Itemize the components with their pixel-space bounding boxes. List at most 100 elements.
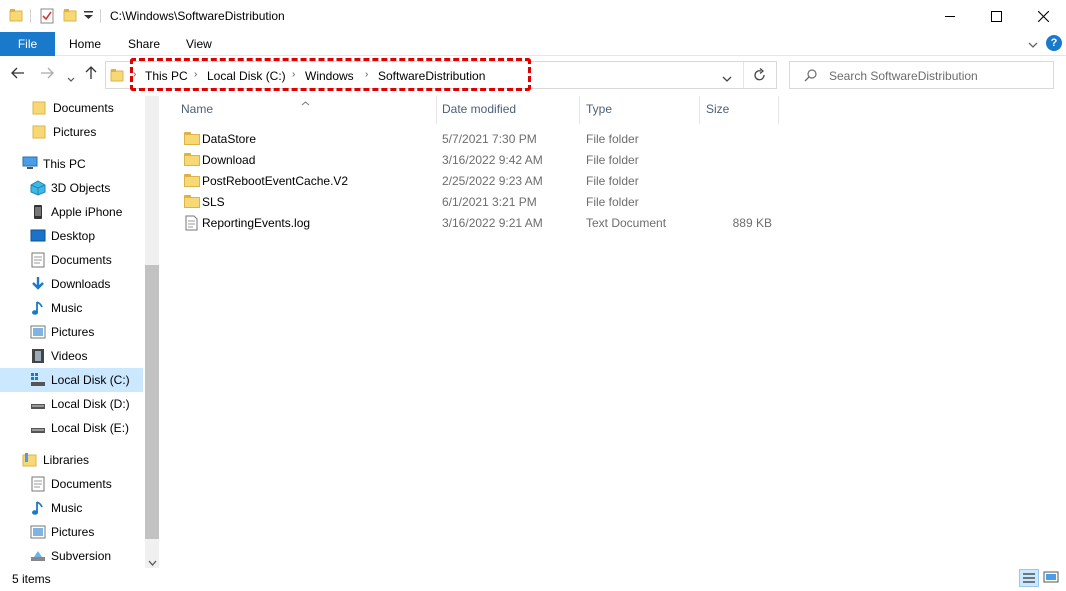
up-button[interactable] — [85, 66, 97, 83]
nav-item-label: Documents — [53, 101, 114, 115]
search-input[interactable]: Search SoftwareDistribution — [829, 69, 978, 83]
search-icon — [804, 69, 817, 85]
title-bar: C:\Windows\SoftwareDistribution — [0, 0, 1066, 32]
close-button[interactable] — [1020, 0, 1066, 32]
file-row[interactable]: PostRebootEventCache.V2 2/25/2022 9:23 A… — [172, 170, 778, 191]
large-icons-view-icon — [1043, 571, 1059, 583]
column-header-date-modified[interactable]: Date modified — [442, 102, 516, 116]
close-icon — [1037, 10, 1049, 22]
nav-item-local-disk-e[interactable]: Local Disk (E:) — [0, 416, 143, 440]
nav-item-downloads[interactable]: Downloads — [0, 272, 143, 296]
documents-icon — [30, 476, 46, 492]
column-divider[interactable] — [699, 96, 700, 124]
ribbon: File Home Share View ? — [0, 32, 1066, 56]
column-header-size[interactable]: Size — [706, 102, 729, 116]
search-box[interactable]: Search SoftwareDistribution — [789, 61, 1054, 89]
details-view-button[interactable] — [1019, 569, 1039, 587]
nav-item-library-pictures[interactable]: Pictures — [0, 520, 143, 544]
column-divider[interactable] — [436, 96, 437, 124]
nav-item-apple-iphone[interactable]: Apple iPhone — [0, 200, 143, 224]
maximize-button[interactable] — [973, 0, 1019, 32]
file-type: Text Document — [586, 216, 667, 230]
nav-item-label: Pictures — [51, 525, 95, 539]
maximize-icon — [990, 10, 1002, 22]
file-row[interactable]: ReportingEvents.log 3/16/2022 9:21 AM Te… — [172, 212, 778, 233]
nav-item-music[interactable]: Music — [0, 296, 143, 320]
nav-item-3d-objects[interactable]: 3D Objects — [0, 176, 143, 200]
nav-scrollbar-thumb[interactable] — [145, 265, 159, 539]
help-icon[interactable]: ? — [1046, 35, 1062, 51]
file-row[interactable]: Download 3/16/2022 9:42 AM File folder — [172, 149, 778, 170]
nav-item-label: Local Disk (E:) — [51, 421, 130, 435]
column-divider[interactable] — [579, 96, 580, 124]
nav-item-label: Desktop — [51, 229, 96, 243]
tab-file[interactable]: File — [0, 32, 55, 56]
file-date: 6/1/2021 3:21 PM — [442, 195, 537, 209]
file-name: ReportingEvents.log — [202, 216, 311, 230]
file-row[interactable]: SLS 6/1/2021 3:21 PM File folder — [172, 191, 778, 212]
nav-item-this-pc[interactable]: This PC — [0, 152, 143, 176]
arrow-left-icon — [11, 67, 24, 79]
nav-item-pictures[interactable]: Pictures — [0, 320, 143, 344]
file-date: 2/25/2022 9:23 AM — [442, 174, 543, 188]
nav-item-documents-quick[interactable]: Documents — [0, 96, 143, 120]
file-row[interactable]: DataStore 5/7/2021 7:30 PM File folder — [172, 128, 778, 149]
recent-locations-button[interactable] — [67, 70, 75, 86]
new-folder-icon[interactable] — [63, 8, 77, 25]
system-drive-icon — [30, 372, 46, 388]
nav-item-label: Videos — [51, 349, 88, 363]
scroll-down-chevron-icon[interactable] — [148, 555, 157, 569]
nav-item-label: Libraries — [43, 453, 90, 467]
nav-item-label: Documents — [51, 253, 112, 267]
desktop-icon — [30, 228, 46, 244]
customize-toolbar-chevron-icon[interactable] — [84, 10, 93, 24]
nav-item-library-documents[interactable]: Documents — [0, 472, 143, 496]
forward-button[interactable] — [40, 66, 54, 82]
address-history-chevron-icon[interactable] — [722, 72, 732, 86]
folder-icon — [184, 195, 200, 208]
sort-ascending-icon — [301, 95, 310, 109]
refresh-icon[interactable] — [753, 68, 766, 85]
nav-item-library-music[interactable]: Music — [0, 496, 143, 520]
file-date: 3/16/2022 9:21 AM — [442, 216, 543, 230]
file-date: 5/7/2021 7:30 PM — [442, 132, 537, 146]
folder-icon — [32, 100, 48, 116]
nav-item-label: Local Disk (D:) — [51, 397, 130, 411]
nav-item-subversion[interactable]: Subversion — [0, 544, 143, 568]
folder-icon — [9, 8, 23, 25]
nav-item-documents[interactable]: Documents — [0, 248, 143, 272]
folder-icon — [184, 132, 200, 145]
libraries-icon — [22, 452, 38, 468]
file-name: SLS — [202, 195, 225, 209]
details-view-icon — [1023, 573, 1035, 583]
properties-icon[interactable] — [40, 8, 54, 27]
nav-item-local-disk-c[interactable]: Local Disk (C:) — [0, 368, 143, 392]
chevron-down-icon — [67, 77, 75, 82]
nav-item-libraries[interactable]: Libraries — [0, 448, 143, 472]
column-header-name[interactable]: Name — [181, 102, 213, 116]
expand-ribbon-chevron-icon[interactable] — [1028, 38, 1038, 52]
arrow-up-icon — [85, 66, 97, 79]
tab-home[interactable]: Home — [69, 37, 101, 51]
nav-item-videos[interactable]: Videos — [0, 344, 143, 368]
column-header-type[interactable]: Type — [586, 102, 612, 116]
file-name: PostRebootEventCache.V2 — [202, 174, 349, 188]
back-button[interactable] — [11, 66, 25, 82]
nav-item-desktop[interactable]: Desktop — [0, 224, 143, 248]
tab-view[interactable]: View — [186, 37, 212, 51]
computer-icon — [22, 156, 38, 172]
minimize-button[interactable] — [927, 0, 973, 32]
documents-icon — [30, 252, 46, 268]
nav-item-local-disk-d[interactable]: Local Disk (D:) — [0, 392, 143, 416]
nav-item-label: Music — [51, 301, 83, 315]
drive-icon — [30, 420, 46, 436]
tab-share[interactable]: Share — [128, 37, 160, 51]
nav-item-label: Pictures — [51, 325, 95, 339]
column-divider[interactable] — [778, 96, 779, 124]
nav-item-label: Downloads — [51, 277, 111, 291]
music-icon — [30, 500, 46, 516]
nav-item-pictures-quick[interactable]: Pictures — [0, 120, 143, 144]
drive-icon — [30, 396, 46, 412]
large-icons-view-button[interactable] — [1042, 569, 1062, 587]
folder-icon — [32, 124, 48, 140]
